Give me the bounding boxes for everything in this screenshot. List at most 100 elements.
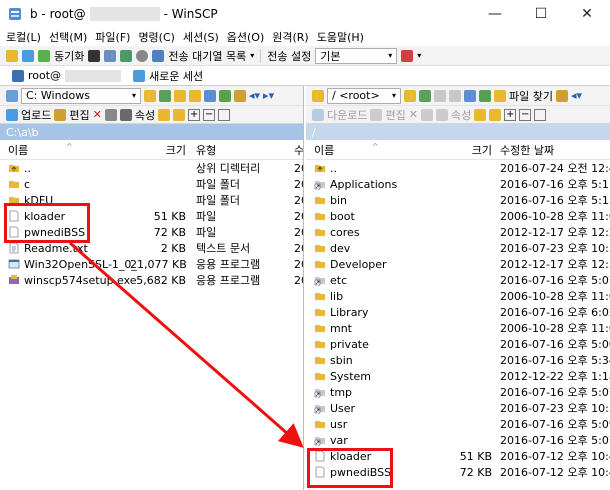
root-dir-icon[interactable] [449, 89, 461, 102]
open-folder-icon[interactable] [404, 89, 416, 102]
remote-path-select[interactable]: / <root> ▾ [327, 87, 401, 104]
select-all-icon[interactable] [218, 108, 231, 121]
table-row[interactable]: cores 2012-12-17 오후 12:28:2 [306, 224, 610, 240]
sync-icon[interactable] [38, 49, 50, 62]
table-row[interactable]: .. 상위 디렉터리 20 [0, 160, 303, 176]
open-directory-icon[interactable] [22, 49, 34, 62]
close-button[interactable]: ✕ [564, 0, 610, 28]
table-row[interactable]: winscp574setup.exe5,682 KB 응용 프로그램 20 [0, 272, 303, 288]
file-name: Readme.txt [24, 241, 88, 255]
console-icon[interactable] [88, 49, 101, 62]
open-folder-icon[interactable] [144, 89, 156, 102]
remote-col-size[interactable]: 크기 [470, 142, 492, 158]
download-button[interactable]: 다운로드 [327, 107, 367, 123]
transfer-preset-select[interactable]: 기본 ▾ [315, 47, 398, 64]
table-row[interactable]: c 파일 폴더 20 [0, 176, 303, 192]
local-col-changed[interactable]: 수 [294, 142, 303, 158]
bookmark-icon[interactable] [234, 89, 246, 102]
menu-remote[interactable]: 원격(R) [272, 29, 308, 45]
table-row[interactable]: Library 2016-07-16 오후 6:02:42 [306, 304, 610, 320]
table-row[interactable]: .. 2016-07-24 오전 12:46:5 [306, 160, 610, 176]
table-row[interactable]: bin 2016-07-16 오후 5:13:07 [306, 192, 610, 208]
properties-button[interactable]: 속성 [135, 107, 155, 123]
forward-arrow-icon[interactable]: ▸▾ [263, 89, 274, 102]
menu-commands[interactable]: 명령(C) [138, 29, 175, 45]
queue-dropdown-icon[interactable]: ▾ [250, 51, 254, 60]
table-row[interactable]: Developer 2012-12-17 오후 12:51:1 [306, 256, 610, 272]
select-all-icon[interactable] [534, 108, 547, 121]
table-row[interactable]: System 2012-12-22 오후 1:18:30 [306, 368, 610, 384]
new-file-icon[interactable] [489, 108, 502, 121]
new-folder-icon[interactable] [158, 108, 171, 121]
file-name: System [330, 369, 372, 383]
edit-button[interactable]: 편집 [385, 107, 405, 123]
new-folder-icon[interactable] [6, 49, 18, 62]
menu-help[interactable]: 도움말(H) [317, 29, 364, 45]
rename-icon[interactable] [104, 108, 117, 121]
session-tab-current[interactable]: root@ [6, 67, 127, 85]
table-row[interactable]: usr 2016-07-16 오후 5:09:55 [306, 416, 610, 432]
maximize-button[interactable]: ☐ [518, 0, 564, 28]
table-row[interactable]: User 2016-07-23 오후 10:57:0 [306, 400, 610, 416]
table-row[interactable]: mnt 2006-10-28 오후 11:07:4 [306, 320, 610, 336]
table-row[interactable]: boot 2006-10-28 오후 11:07:4 [306, 208, 610, 224]
remote-col-name[interactable]: 이름 [314, 142, 334, 158]
compare-icon[interactable] [120, 49, 133, 62]
file-date: 2006-10-28 오후 11:07:4 [500, 290, 610, 303]
queue-list-button[interactable]: 전송 대기열 목록 [168, 48, 246, 64]
local-drive-select[interactable]: C: Windows ▾ [21, 87, 141, 104]
table-row[interactable]: dev 2016-07-23 오후 10:56:4 [306, 240, 610, 256]
menu-local[interactable]: 로컬(L) [6, 29, 41, 45]
transfer-options-icon[interactable] [401, 49, 414, 62]
upload-button[interactable]: 업로드 [21, 107, 51, 123]
queue-icon[interactable] [152, 49, 165, 62]
main-toolbar: 동기화 전송 대기열 목록 ▾ 전송 설정 기본 ▾ ▾ [0, 46, 610, 66]
filter-icon[interactable] [419, 89, 431, 102]
new-session-tab[interactable]: 새로운 세션 [127, 67, 209, 85]
new-file-icon[interactable] [173, 108, 186, 121]
delete-icon[interactable]: ✕ [409, 108, 418, 121]
table-row[interactable]: private 2016-07-16 오후 5:00:22 [306, 336, 610, 352]
remote-col-changed[interactable]: 수정한 날짜 [500, 142, 554, 158]
menu-mark[interactable]: 선택(M) [49, 29, 87, 45]
table-row[interactable]: tmp 2016-07-16 오후 5:07:46 [306, 384, 610, 400]
filter-icon[interactable] [159, 89, 171, 102]
home-icon[interactable] [464, 89, 476, 102]
edit-button[interactable]: 편집 [69, 107, 89, 123]
preferences-icon[interactable] [136, 49, 149, 62]
bookmark-icon[interactable] [555, 89, 568, 102]
table-row[interactable]: lib 2006-10-28 오후 11:07:4 [306, 288, 610, 304]
menu-options[interactable]: 옵션(O) [227, 29, 264, 45]
back-arrow-icon[interactable]: ◂▾ [571, 89, 582, 102]
back-arrow-icon[interactable]: ◂▾ [249, 89, 260, 102]
local-col-type[interactable]: 유형 [196, 142, 216, 158]
local-col-size[interactable]: 크기 [164, 142, 186, 158]
menu-files[interactable]: 파일(F) [95, 29, 130, 45]
delete-icon[interactable]: ✕ [93, 108, 102, 121]
minus-icon[interactable]: − [203, 108, 216, 121]
table-row[interactable]: Applications 2016-07-16 오후 5:11:53 [306, 176, 610, 192]
find-files-button[interactable]: 파일 찾기 [509, 88, 553, 104]
minus-icon[interactable]: − [519, 108, 532, 121]
rename-icon[interactable] [420, 108, 433, 121]
table-row[interactable]: sbin 2016-07-16 오후 5:34:45 [306, 352, 610, 368]
parent-dir-icon[interactable] [434, 89, 446, 102]
putty-icon[interactable] [104, 49, 117, 62]
plus-icon[interactable]: + [188, 108, 201, 121]
minimize-button[interactable]: — [472, 0, 518, 28]
table-row[interactable]: var 2016-07-16 오후 5:07:47 [306, 432, 610, 448]
parent-dir-icon[interactable] [174, 89, 186, 102]
new-folder-icon[interactable] [474, 108, 487, 121]
menu-session[interactable]: 세션(S) [183, 29, 219, 45]
refresh-icon[interactable] [219, 89, 231, 102]
table-row[interactable]: etc 2016-07-16 오후 5:07:46 [306, 272, 610, 288]
properties-button[interactable]: 속성 [451, 107, 471, 123]
local-col-name[interactable]: 이름 [8, 142, 28, 158]
home-icon[interactable] [204, 89, 216, 102]
root-dir-icon[interactable] [189, 89, 201, 102]
table-row[interactable]: Win32OpenSSL-1_0_2...21,077 KB 응용 프로그램 20 [0, 256, 303, 272]
transfer-options-dropdown-icon[interactable]: ▾ [417, 51, 421, 60]
refresh-icon[interactable] [479, 89, 491, 102]
sync-button[interactable]: 동기화 [54, 48, 84, 64]
plus-icon[interactable]: + [504, 108, 517, 121]
